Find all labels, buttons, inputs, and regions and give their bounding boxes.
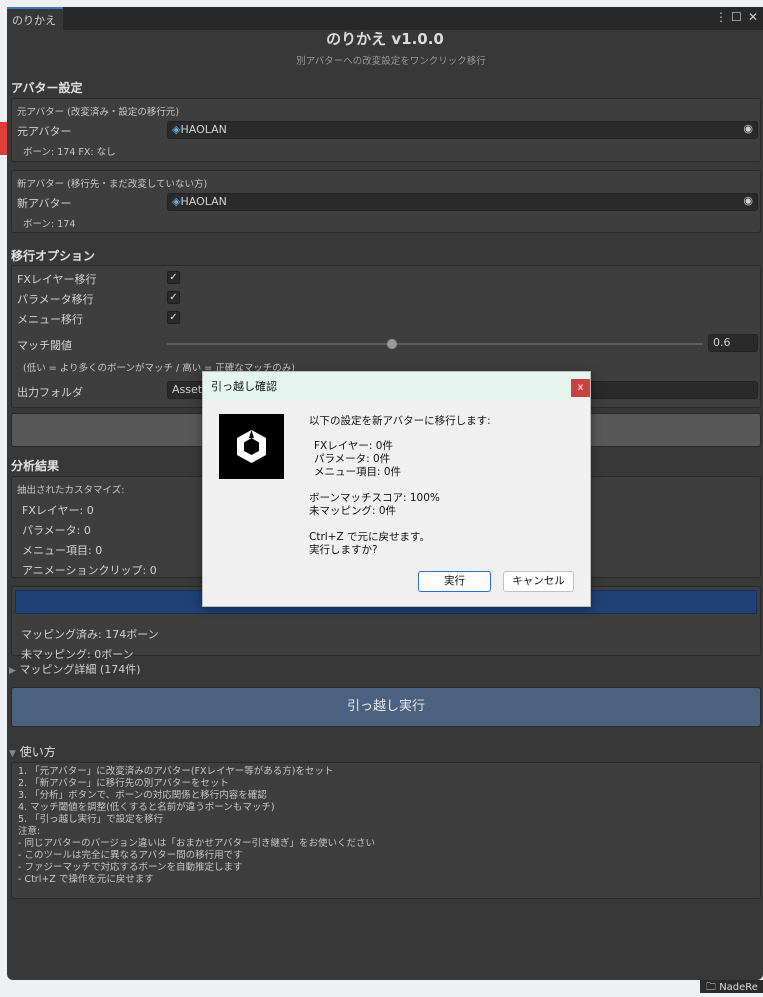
option-label: メニュー移行 <box>17 313 83 326</box>
usage-foldout[interactable]: ▼ 使い方 <box>9 743 56 760</box>
analysis-item: アニメーションクリップ: 0 <box>22 564 157 577</box>
options-header: 移行オプション <box>11 249 96 263</box>
option-label: パラメータ移行 <box>17 293 94 306</box>
help-line: 注意: <box>18 826 41 837</box>
analysis-item: メニュー項目: 0 <box>22 544 103 557</box>
option-label: FXレイヤー移行 <box>17 273 97 286</box>
source-box-label: 元アバター (改変済み・設定の移行元) <box>17 107 180 118</box>
dialog-heading: 以下の設定を新アバターに移行します: <box>309 415 491 427</box>
help-line: 1. 「元アバター」に改変済みのアバター(FXレイヤー等がある方)をセット <box>18 766 334 777</box>
unity-logo-icon <box>219 414 284 479</box>
maximize-icon[interactable]: ☐ <box>731 10 742 24</box>
taskbar-folder[interactable]: 🗀 NadeRe <box>700 980 763 993</box>
source-info: ボーン: 174 FX: なし <box>23 147 116 158</box>
source-avatar-box: 元アバター (改変済み・設定の移行元) 元アバター ◈HAOLAN ◉ ボーン: … <box>11 98 761 162</box>
taskbar-folder-label: NadeRe <box>719 982 758 993</box>
help-line: 2. 「新アバター」に移行先の別アバターをセット <box>18 778 229 789</box>
target-avatar-box: 新アバター (移行先・まだ改変していない方) 新アバター ◈HAOLAN ◉ ボー… <box>11 170 761 233</box>
help-line: - 同じアバターのバージョン違いは「おまかせアバター引き継ぎ」をお使いください <box>18 838 375 849</box>
object-picker-icon[interactable]: ◉ <box>743 122 753 135</box>
target-avatar-field[interactable]: ◈HAOLAN ◉ <box>167 193 758 211</box>
slider-thumb[interactable] <box>387 339 398 349</box>
page-title: のりかえ v1.0.0 <box>326 30 444 48</box>
analysis-item: パラメータ: 0 <box>22 524 91 537</box>
close-icon[interactable]: ✕ <box>748 10 758 24</box>
help-line: - Ctrl+Z で操作を元に戻せます <box>18 874 154 885</box>
target-box-label: 新アバター (移行先・まだ改変していない方) <box>17 179 208 190</box>
triangle-down-icon: ▼ <box>9 749 16 759</box>
help-line: 4. マッチ閾値を調整(低くすると名前が違うボーンもマッチ) <box>18 802 275 813</box>
dialog-detail: メニュー項目: 0件 <box>314 466 402 478</box>
dialog-close-button[interactable]: x <box>571 379 590 397</box>
window-tab[interactable]: のりかえ <box>7 7 63 30</box>
execute-button[interactable]: 引っ越し実行 <box>11 687 761 727</box>
mapped-count: マッピング済み: 174ボーン <box>21 628 159 641</box>
source-avatar-value: HAOLAN <box>180 123 227 136</box>
help-line: - このツールは完全に異なるアバター間の移行用です <box>18 850 243 861</box>
analysis-header: 分析結果 <box>11 459 60 473</box>
dialog-unmapped: 未マッピング: 0件 <box>309 505 397 517</box>
dialog-title: 引っ越し確認 <box>203 372 590 400</box>
triangle-right-icon: ▶ <box>9 666 16 676</box>
background-accent <box>0 122 7 155</box>
help-line: - ファジーマッチで対応するボーンを自動推定します <box>18 862 243 873</box>
source-avatar-field[interactable]: ◈HAOLAN ◉ <box>167 121 758 139</box>
avatar-settings-header: アバター設定 <box>11 81 83 95</box>
extracted-label: 抽出されたカスタマイズ: <box>17 485 125 496</box>
confirm-dialog: 引っ越し確認 x 以下の設定を新アバターに移行します: FXレイヤー: 0件 パ… <box>202 371 591 607</box>
tab-bar: のりかえ ⋮ ☐ ✕ <box>7 7 763 30</box>
dialog-confirm: 実行しますか? <box>309 544 378 556</box>
fx-layer-checkbox[interactable]: ✓ <box>167 271 180 284</box>
object-picker-icon[interactable]: ◉ <box>743 194 753 207</box>
usage-header: 使い方 <box>19 745 56 759</box>
threshold-slider[interactable] <box>167 343 703 345</box>
target-info: ボーン: 174 <box>23 219 76 230</box>
unmapped-count: 未マッピング: 0ボーン <box>21 648 134 661</box>
analysis-item: FXレイヤー: 0 <box>22 504 94 517</box>
target-avatar-value: HAOLAN <box>180 195 227 208</box>
target-field-label: 新アバター <box>17 197 72 210</box>
page-subtitle: 別アバターへの改変設定をワンクリック移行 <box>296 56 486 67</box>
help-line: 5. 「引っ越し実行」で設定を移行 <box>18 814 164 825</box>
source-field-label: 元アバター <box>17 125 72 138</box>
help-line: 3. 「分析」ボタンで、ボーンの対応関係と移行内容を確認 <box>18 790 267 801</box>
mapping-detail-label: マッピング詳細 (174件) <box>19 663 141 676</box>
usage-help-box: 1. 「元アバター」に改変済みのアバター(FXレイヤー等がある方)をセット 2.… <box>11 762 761 899</box>
output-folder-label: 出力フォルダ <box>17 386 83 399</box>
dialog-cancel-button[interactable]: キャンセル <box>503 571 574 592</box>
threshold-value[interactable]: 0.6 <box>708 334 758 352</box>
dialog-ok-button[interactable]: 実行 <box>418 571 491 592</box>
menu-checkbox[interactable]: ✓ <box>167 311 180 324</box>
parameter-checkbox[interactable]: ✓ <box>167 291 180 304</box>
threshold-label: マッチ閾値 <box>17 339 72 352</box>
mapping-detail-foldout[interactable]: ▶ マッピング詳細 (174件) <box>9 661 141 677</box>
more-icon[interactable]: ⋮ <box>715 10 727 24</box>
